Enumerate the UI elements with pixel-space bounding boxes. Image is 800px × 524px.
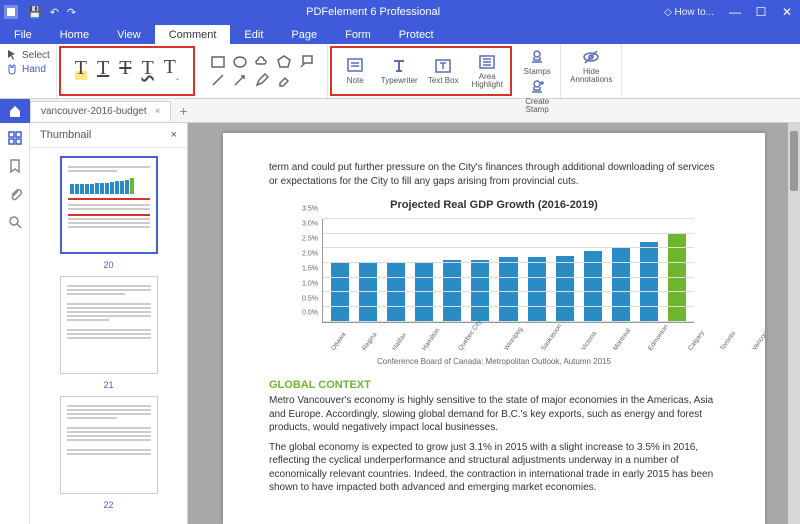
tab-page[interactable]: Page bbox=[277, 25, 331, 44]
home-button[interactable] bbox=[0, 99, 30, 123]
document-area[interactable]: term and could put further pressure on t… bbox=[188, 123, 800, 524]
howto-link[interactable]: ◇ How to... bbox=[664, 7, 722, 18]
thumbnail-label: 20 bbox=[103, 260, 113, 270]
rect-shape[interactable] bbox=[211, 55, 225, 69]
pdf-page: term and could put further pressure on t… bbox=[223, 133, 765, 524]
textbox-button[interactable]: Text Box bbox=[422, 50, 464, 92]
thumbnails-icon[interactable] bbox=[8, 131, 22, 145]
polygon-shape[interactable] bbox=[277, 55, 291, 69]
tab-form[interactable]: Form bbox=[331, 25, 385, 44]
thumbnail-label: 22 bbox=[103, 500, 113, 510]
titlebar: 💾 ↶ ↷ PDFelement 6 Professional ◇ How to… bbox=[0, 0, 800, 24]
tab-file[interactable]: File bbox=[0, 25, 46, 44]
add-tab-button[interactable]: + bbox=[171, 103, 195, 119]
bar-saskatoon bbox=[499, 257, 517, 322]
select-tool[interactable]: Select bbox=[6, 48, 50, 62]
tab-protect[interactable]: Protect bbox=[385, 25, 448, 44]
oval-shape[interactable] bbox=[233, 55, 247, 69]
chart-caption: Conference Board of Canada: Metropolitan… bbox=[269, 357, 719, 368]
bar-victoria bbox=[528, 257, 546, 322]
side-toolbar bbox=[0, 123, 30, 524]
bar-chart: 0.0%0.5%1.0%1.5%2.0%2.5%3.0%3.5% OttawaR… bbox=[294, 219, 694, 349]
callout-shape[interactable] bbox=[299, 55, 313, 69]
bar-ottawa bbox=[331, 263, 349, 322]
minimize-button[interactable]: — bbox=[722, 0, 748, 24]
line-shape[interactable] bbox=[211, 73, 225, 87]
document-tabbar: vancouver-2016-budget× + bbox=[0, 99, 800, 123]
eraser-tool[interactable] bbox=[277, 73, 291, 87]
underline-tool[interactable]: T bbox=[97, 57, 109, 80]
strikethrough-tool[interactable]: T bbox=[119, 57, 131, 80]
squiggly-tool[interactable]: T bbox=[141, 57, 153, 80]
document-tab[interactable]: vancouver-2016-budget× bbox=[30, 101, 171, 121]
save-icon[interactable]: 💾 bbox=[28, 6, 42, 19]
undo-icon[interactable]: ↶ bbox=[50, 6, 59, 19]
area-highlight-button[interactable]: Area Highlight bbox=[466, 50, 508, 92]
chart-title: Projected Real GDP Growth (2016-2019) bbox=[269, 198, 719, 213]
tab-comment[interactable]: Comment bbox=[155, 25, 231, 44]
ribbon: Select Hand T T T T T˰ Note Typewriter T… bbox=[0, 44, 800, 99]
thumbnail-page[interactable] bbox=[60, 396, 158, 494]
section-heading: GLOBAL CONTEXT bbox=[269, 378, 719, 393]
hide-annotations-button[interactable]: Hide Annotations bbox=[563, 48, 619, 84]
bar-hamilton bbox=[415, 263, 433, 322]
hand-tool[interactable]: Hand bbox=[6, 62, 50, 76]
redo-icon[interactable]: ↷ bbox=[67, 6, 76, 19]
arrow-shape[interactable] bbox=[233, 73, 247, 87]
bar-calgary bbox=[612, 247, 630, 322]
search-icon[interactable] bbox=[8, 215, 22, 229]
thumbnail-page[interactable] bbox=[60, 276, 158, 374]
app-title: PDFelement 6 Professional bbox=[82, 6, 664, 18]
typewriter-button[interactable]: Typewriter bbox=[378, 50, 420, 92]
thumbnail-page[interactable] bbox=[60, 156, 158, 254]
highlight-tool[interactable]: T bbox=[75, 57, 87, 80]
create-stamp-button[interactable]: Create Stamp bbox=[516, 78, 558, 114]
annotation-group: Note Typewriter Text Box Area Highlight bbox=[330, 46, 512, 96]
thumbnail-panel: Thumbnail × 20 21 bbox=[30, 123, 188, 524]
stamps-button[interactable]: Stamps bbox=[516, 48, 558, 76]
bookmark-icon[interactable] bbox=[8, 159, 22, 173]
maximize-button[interactable]: ☐ bbox=[748, 0, 774, 24]
app-logo bbox=[0, 0, 22, 24]
tab-edit[interactable]: Edit bbox=[230, 25, 277, 44]
body-text: term and could put further pressure on t… bbox=[269, 161, 719, 188]
bar-montreal bbox=[556, 256, 574, 322]
close-panel-icon[interactable]: × bbox=[171, 129, 177, 141]
vertical-scrollbar[interactable] bbox=[788, 123, 800, 524]
close-button[interactable]: ✕ bbox=[774, 0, 800, 24]
caret-tool[interactable]: T˰ bbox=[164, 56, 180, 81]
body-text: The global economy is expected to grow j… bbox=[269, 441, 719, 495]
bar-halifax bbox=[387, 263, 405, 322]
tab-view[interactable]: View bbox=[103, 25, 155, 44]
note-button[interactable]: Note bbox=[334, 50, 376, 92]
pencil-tool[interactable] bbox=[255, 73, 269, 87]
cloud-shape[interactable] bbox=[255, 55, 269, 69]
body-text: Metro Vancouver's economy is highly sens… bbox=[269, 394, 719, 435]
tab-home[interactable]: Home bbox=[46, 25, 103, 44]
bar-regina bbox=[359, 263, 377, 322]
menubar: File Home View Comment Edit Page Form Pr… bbox=[0, 24, 800, 44]
text-style-group: T T T T T˰ bbox=[59, 46, 195, 96]
close-tab-icon[interactable]: × bbox=[155, 106, 161, 117]
bar-toronto bbox=[640, 242, 658, 321]
thumbnail-label: 21 bbox=[103, 380, 113, 390]
attachment-icon[interactable] bbox=[8, 187, 22, 201]
thumbnail-title: Thumbnail bbox=[40, 129, 91, 141]
